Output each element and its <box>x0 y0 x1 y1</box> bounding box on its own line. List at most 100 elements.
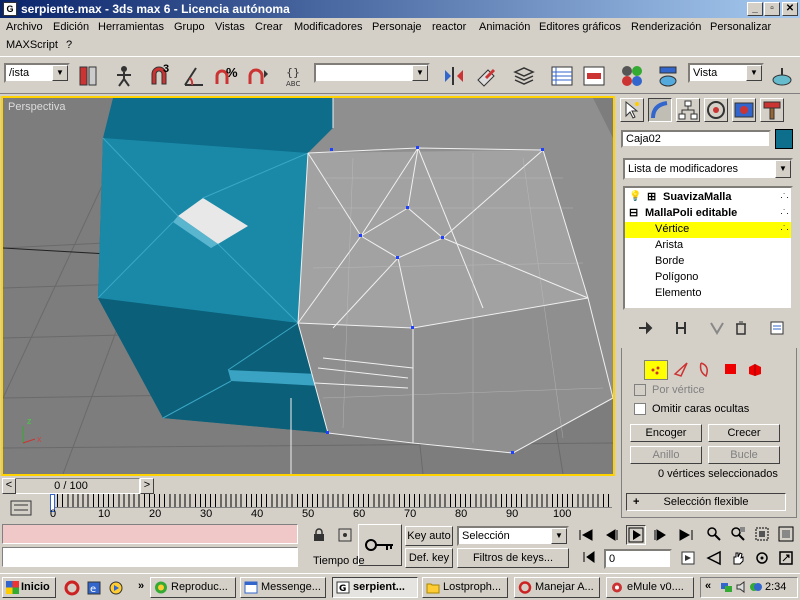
element-icon[interactable] <box>746 360 764 378</box>
remove-modifier-icon[interactable] <box>733 320 749 336</box>
menu-modificadores[interactable]: Modificadores <box>294 21 362 33</box>
task-reproductor[interactable]: Reproduc... <box>150 577 236 598</box>
zoom-icon[interactable] <box>706 526 722 542</box>
key-mode-toggle-icon[interactable] <box>582 550 596 564</box>
next-frame-icon[interactable] <box>652 528 668 542</box>
border-icon[interactable] <box>696 360 714 378</box>
task-messenger[interactable]: Messenge... <box>240 577 326 598</box>
viewport-scene[interactable] <box>3 98 613 474</box>
object-color-swatch[interactable] <box>775 129 793 149</box>
quicklaunch-overflow[interactable]: » <box>138 580 144 592</box>
messenger-tray-icon[interactable] <box>749 580 763 594</box>
stack-collapse-icon[interactable]: ⊟ <box>629 206 638 219</box>
tab-display[interactable] <box>732 98 756 122</box>
network-tray-icon[interactable] <box>719 580 733 594</box>
restore-button[interactable]: ▫ <box>764 2 780 16</box>
stack-item-suavizamalla[interactable]: 💡 ⊞ SuavizaMalla ·˙· <box>625 190 791 206</box>
menu-animacion[interactable]: Animación <box>479 21 530 33</box>
configure-modifier-sets-icon[interactable] <box>769 320 785 336</box>
modifier-list-combo[interactable]: Lista de modificadores ▼ <box>623 158 793 180</box>
mirror-icon[interactable] <box>442 64 466 88</box>
layer-manager-icon[interactable] <box>512 64 536 88</box>
tray-expand-icon[interactable]: « <box>705 580 711 592</box>
pan-hand-icon[interactable] <box>730 550 746 566</box>
task-manejar[interactable]: Manejar A... <box>514 577 600 598</box>
set-key-mode-button[interactable]: Def. key <box>405 548 453 568</box>
tab-create[interactable] <box>620 98 644 122</box>
menu-edicion[interactable]: Edición <box>53 21 89 33</box>
menu-crear[interactable]: Crear <box>255 21 283 33</box>
go-to-start-icon[interactable] <box>578 528 594 542</box>
edge-icon[interactable] <box>672 360 690 378</box>
shrink-button[interactable]: Encoger <box>630 424 702 442</box>
menu-grupo[interactable]: Grupo <box>174 21 205 33</box>
stack-item-mallapoli[interactable]: ⊟ MallaPoli editable ·˙· <box>625 206 791 222</box>
task-lostprophets[interactable]: Lostproph... <box>422 577 508 598</box>
angle-snap-icon[interactable] <box>182 64 206 88</box>
menu-reactor[interactable]: reactor <box>432 21 466 33</box>
stack-expand-icon[interactable]: ⊞ <box>647 190 656 203</box>
minimize-button[interactable]: _ <box>747 2 763 16</box>
3dsmax-app-icon[interactable]: G <box>3 2 17 16</box>
zoom-extents-all-icon[interactable] <box>778 526 794 542</box>
stack-item-poligono[interactable]: Polígono <box>625 270 791 286</box>
auto-key-button[interactable]: Key auto <box>405 526 453 546</box>
absolute-mode-icon[interactable] <box>338 528 352 542</box>
menu-maxscript[interactable]: MAXScript <box>6 39 58 51</box>
pivot-center-icon[interactable] <box>76 64 100 88</box>
time-configuration-icon[interactable] <box>680 550 696 566</box>
play-button[interactable] <box>626 525 646 545</box>
arc-rotate-icon[interactable] <box>754 550 770 566</box>
tab-utilities[interactable] <box>760 98 784 122</box>
quick-render-icon[interactable] <box>770 64 794 88</box>
quicklaunch-ie-icon[interactable]: e <box>86 580 102 596</box>
stack-item-vertice[interactable]: Vértice ·˙· <box>625 222 791 238</box>
time-tag-label[interactable]: Tiempo de <box>313 555 365 567</box>
render-view-combo[interactable]: Vista ▼ <box>688 63 764 83</box>
task-serpiente[interactable]: G serpient... <box>332 577 418 598</box>
field-of-view-icon[interactable] <box>706 550 722 566</box>
menu-renderizacion[interactable]: Renderización <box>631 21 701 33</box>
manipulate-icon[interactable] <box>112 64 136 88</box>
edit-named-selection-icon[interactable]: {}ABC <box>284 64 308 88</box>
close-button[interactable]: ✕ <box>782 2 798 16</box>
quicklaunch-mediaplayer-icon[interactable] <box>108 580 124 596</box>
schematic-view-icon[interactable] <box>582 64 606 88</box>
current-frame-field[interactable]: 0 <box>604 549 672 569</box>
stack-item-arista[interactable]: Arista <box>625 238 791 254</box>
clock[interactable]: 2:34 <box>765 581 786 593</box>
soft-selection-rollout[interactable]: + Selección flexible <box>626 493 786 511</box>
menu-archivo[interactable]: Archivo <box>6 21 43 33</box>
ignore-backfacing-checkbox[interactable] <box>634 403 646 415</box>
tab-motion[interactable] <box>704 98 728 122</box>
menu-help[interactable]: ? <box>66 39 72 51</box>
key-filters-button[interactable]: Filtros de keys... <box>457 548 569 568</box>
menu-personalizar[interactable]: Personalizar <box>710 21 771 33</box>
quicklaunch-opera-icon[interactable] <box>64 580 80 596</box>
maximize-viewport-icon[interactable] <box>778 550 794 566</box>
by-vertex-checkbox[interactable] <box>634 384 646 396</box>
polygon-icon[interactable] <box>722 360 740 378</box>
track-view-icon[interactable] <box>550 64 574 88</box>
pin-stack-icon[interactable] <box>637 320 653 336</box>
key-mode-combo[interactable]: Selección ▼ <box>457 526 569 546</box>
mini-curve-editor-icon[interactable] <box>10 500 32 516</box>
zoom-all-icon[interactable] <box>730 526 746 542</box>
make-unique-icon[interactable] <box>709 320 725 336</box>
menu-herramientas[interactable]: Herramientas <box>98 21 164 33</box>
task-emule[interactable]: eMule v0.... <box>606 577 694 598</box>
vertex-mode-button[interactable] <box>644 360 668 380</box>
zoom-extents-icon[interactable] <box>754 526 770 542</box>
set-key-button[interactable] <box>358 524 402 566</box>
viewport-label[interactable]: Perspectiva <box>8 101 65 113</box>
go-to-end-icon[interactable] <box>678 528 694 542</box>
menu-editores-graficos[interactable]: Editores gráficos <box>539 21 621 33</box>
stack-item-elemento[interactable]: Elemento <box>625 286 791 302</box>
stack-item-borde[interactable]: Borde <box>625 254 791 270</box>
start-button[interactable]: Inicio <box>2 577 56 598</box>
modifier-stack[interactable]: 💡 ⊞ SuavizaMalla ·˙· ⊟ MallaPoli editabl… <box>623 186 793 310</box>
perspective-viewport[interactable]: Perspectiva z x <box>1 96 615 476</box>
show-end-result-icon[interactable] <box>673 320 689 336</box>
menu-personaje[interactable]: Personaje <box>372 21 422 33</box>
time-prev-button[interactable]: < <box>2 478 16 494</box>
